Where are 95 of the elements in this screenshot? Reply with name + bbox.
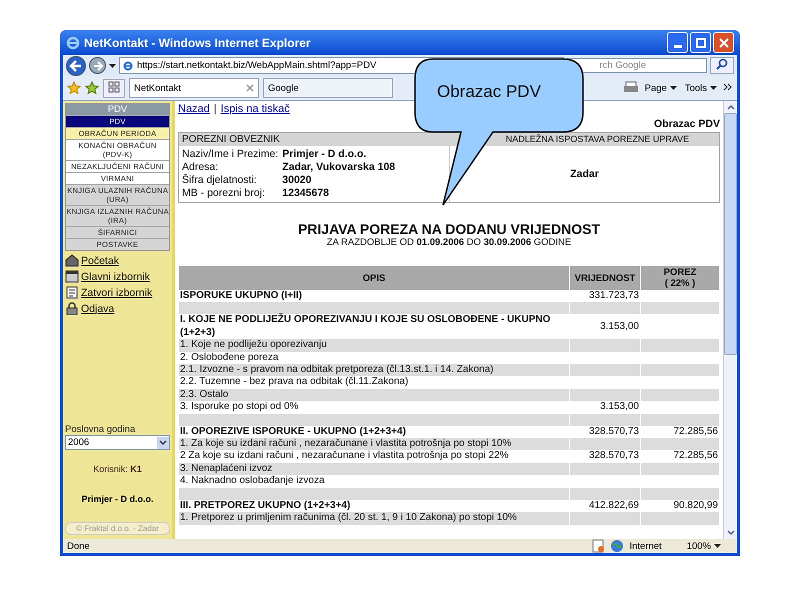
tax-cell: 72.285,56 <box>674 450 718 462</box>
column-header: VRIJEDNOST <box>570 266 640 290</box>
add-favorite-icon[interactable] <box>85 81 99 95</box>
value-cell: 3.153,00 <box>600 401 639 412</box>
tax-office-value: Zadar <box>570 168 599 180</box>
security-zone: Internet <box>629 540 662 552</box>
form-name: Obrazac PDV <box>653 118 720 130</box>
description-cell: 3. Nenaplaćeni izvoz <box>179 462 569 476</box>
quick-tabs-button[interactable] <box>103 78 125 98</box>
window-title: NetKontakt - Windows Internet Explorer <box>84 36 312 50</box>
field-label: Naziv/Ime i Prezime: <box>182 148 278 161</box>
caret-icon <box>714 544 721 548</box>
caret-icon[interactable] <box>109 64 116 68</box>
description-cell: 2.3. Ostalo <box>179 388 569 402</box>
browser-logo-icon <box>66 36 80 50</box>
caret-icon <box>710 86 717 90</box>
search-icon <box>716 58 728 70</box>
menu-header: PDV <box>66 104 169 115</box>
forward-button[interactable] <box>89 57 106 74</box>
minimize-icon <box>674 44 682 48</box>
taxpayer-heading: POREZNI OBVEZNIK <box>179 133 449 146</box>
value-cell: 328.570,73 <box>588 450 639 462</box>
status-text: Done <box>67 540 90 552</box>
column-header: POREZ ( 22% ) <box>641 266 719 290</box>
back-button[interactable] <box>66 56 86 76</box>
close-icon[interactable] <box>246 84 254 92</box>
printer-icon[interactable] <box>622 81 639 95</box>
copyright-badge: © Fraktal d.o.o. - Zadar <box>65 522 170 535</box>
year-dropdown[interactable]: 2006 <box>65 435 170 450</box>
field-value: Primjer - D d.o.o. <box>282 148 368 161</box>
field-value: 12345678 <box>282 187 330 200</box>
grid-icon <box>108 80 120 92</box>
value-cell: 328.570,73 <box>588 426 639 437</box>
description-cell-text: I. KOJE NE PODLIJEŽU OPOREZIVANJU I KOJE SU OSLOBOĐENE - UKUPNO (1+2+3) <box>179 314 552 340</box>
form-period: ZA RAZDOBLJE OD 01.09.2006 DO 30.09.2006 GODINE <box>326 237 572 248</box>
chevron-icon[interactable] <box>723 83 733 93</box>
description-cell: 2.1. Izvozne - s pravom na odbitak pretporeza (čl.13.st.1. i 14. Zakona) <box>179 364 569 376</box>
scrollbar[interactable] <box>723 101 737 539</box>
callout-text: Obrazac PDV <box>437 82 541 102</box>
company-name: Primjer - D d.o.o. <box>80 494 154 504</box>
description-cell-text: ISPORUKE UKUPNO (I+II) <box>179 290 303 302</box>
back-link[interactable]: Nazad <box>178 103 210 115</box>
user-label: Korisnik: <box>93 464 128 474</box>
close-button[interactable] <box>713 32 734 53</box>
description-cell-text: 2 Za koje su izdani računi , nezaračunane i vlastita potrošnja po stopi 22% <box>179 450 510 463</box>
window-icon <box>65 270 79 283</box>
star-icon[interactable] <box>67 81 81 95</box>
link-separator: | <box>214 103 217 115</box>
search-field[interactable]: rch Google <box>567 58 707 73</box>
description-cell: 1. Za koje su izdani računi , nezaračunane i vlastita potrošnja po stopi 10% <box>179 438 569 450</box>
tax-cell: 90.820,99 <box>674 500 718 511</box>
maximize-button[interactable] <box>690 32 711 53</box>
column-header: OPIS <box>179 266 569 290</box>
field-label: Adresa: <box>182 161 220 174</box>
value-cell: 331.723,73 <box>588 290 639 301</box>
field-value: 30020 <box>282 174 312 187</box>
description-cell-text: 3. Isporuke po stopi od 0% <box>179 401 300 414</box>
field-label: Šifra djelatnosti: <box>182 174 258 187</box>
caret-icon <box>670 86 677 90</box>
tools-menu-button[interactable]: Tools <box>682 82 719 94</box>
search-button[interactable] <box>710 57 734 74</box>
field-label: MB - porezni broj: <box>182 187 266 200</box>
house-icon <box>65 254 79 267</box>
sidebar-link[interactable]: Zatvori izbornik <box>81 286 152 298</box>
sidebar-link[interactable]: Početak <box>81 254 119 266</box>
print-link[interactable]: Ispis na tiskač <box>220 103 290 115</box>
description-cell-text: III. PRETPOREZ UKUPNO (1+2+3+4) <box>179 500 352 512</box>
zoom-button[interactable]: 100% <box>666 540 733 552</box>
sidebar-link[interactable]: Odjava <box>81 302 114 314</box>
document-icon <box>65 286 79 299</box>
value-cell: 3.153,00 <box>600 320 639 332</box>
page-logo-icon <box>123 60 133 70</box>
back-arrow-icon <box>69 58 83 72</box>
description-cell-text: 2. Oslobođene poreza <box>179 352 280 364</box>
page-menu-button[interactable]: Page <box>642 82 679 94</box>
padlock-icon <box>65 302 79 315</box>
maximize-icon <box>696 38 706 48</box>
user-name: K1 <box>130 464 142 474</box>
forward-arrow-icon <box>92 60 104 72</box>
form-title: PRIJAVA POREZA NA DODANU VRIJEDNOST <box>296 221 602 237</box>
field-value: Zadar, Vukovarska 108 <box>282 161 396 174</box>
tax-cell: 72.285,56 <box>674 426 718 437</box>
browser-tab[interactable]: NetKontakt <box>129 78 259 98</box>
description-cell-text: 4. Naknadno oslobađanje izvoza <box>179 475 326 488</box>
description-cell: 1. Koje ne podliježu oporezivanju <box>179 339 569 352</box>
globe-icon <box>610 539 624 553</box>
description-cell-text: II. OPOREZIVE ISPORUKE - UKUPNO (1+2+3+4) <box>179 426 407 438</box>
description-cell-text: 2.2. Tuzemne - bez prava na odbitak (čl.11.Zakona) <box>179 376 410 389</box>
close-icon <box>718 38 728 48</box>
value-cell: 412.822,69 <box>588 500 639 511</box>
description-cell: 1. Pretporez u primljenim računima (čl. 20 st. 1, 9 i 10 Zakona) po stopi 10% <box>179 512 569 524</box>
browser-tab[interactable]: Google <box>263 78 393 98</box>
year-label: Poslovna godina <box>65 424 136 435</box>
sidebar-link[interactable]: Glavni izbornik <box>81 270 150 282</box>
minimize-button[interactable] <box>667 32 688 53</box>
